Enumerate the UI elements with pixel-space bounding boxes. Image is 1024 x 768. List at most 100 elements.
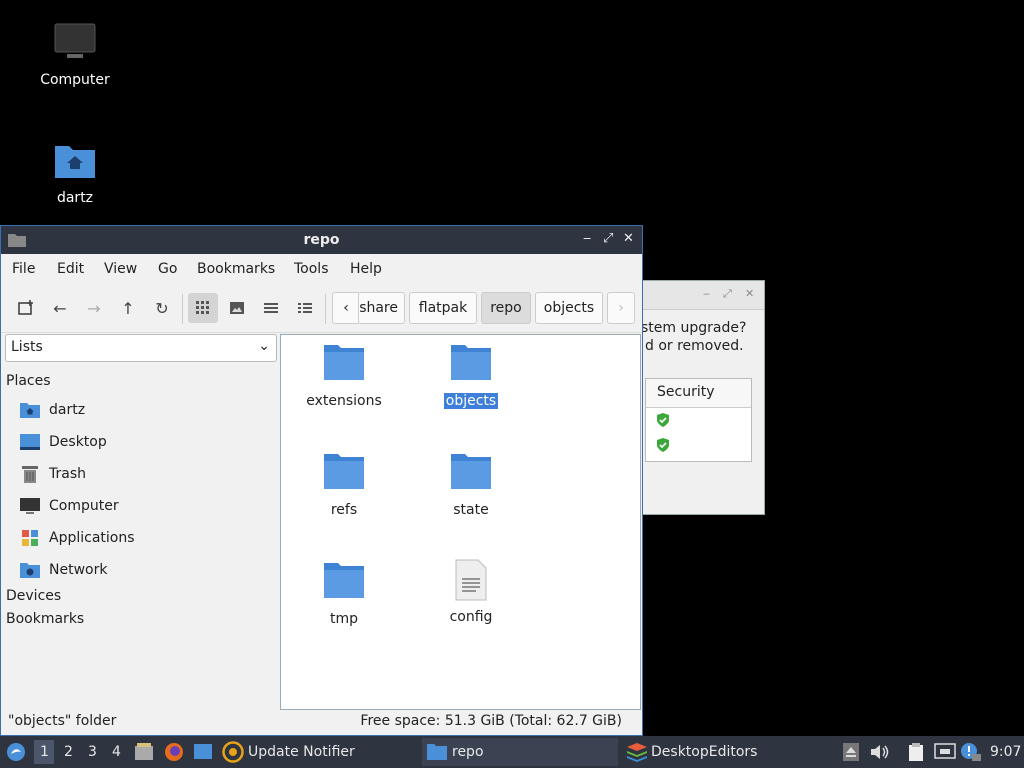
file-item-objects[interactable]: objects (421, 343, 521, 409)
new-tab-button[interactable] (11, 293, 41, 323)
detailed-view-button[interactable] (290, 293, 320, 323)
file-item-refs[interactable]: refs (294, 452, 394, 518)
reload-icon: ↻ (155, 298, 169, 318)
icon-view-button[interactable] (188, 293, 218, 323)
file-item-config[interactable]: config (421, 559, 521, 625)
file-name: tmp (329, 611, 358, 627)
menu-help[interactable]: Help (350, 261, 382, 277)
folder-icon (451, 345, 491, 380)
file-item-extensions[interactable]: extensions (294, 343, 394, 409)
compact-view-button[interactable] (256, 293, 286, 323)
breadcrumb-scroll-left[interactable]: ‹ (332, 292, 360, 324)
clipboard-icon[interactable] (906, 742, 926, 762)
arrow-left-icon: ← (53, 298, 67, 318)
breadcrumb-objects[interactable]: objects (535, 292, 603, 324)
sidebar-item-dartz[interactable]: dartz (19, 398, 85, 422)
sidebar-item-trash[interactable]: Trash (19, 462, 86, 486)
image-icon (230, 302, 244, 314)
menu-bookmarks[interactable]: Bookmarks (197, 261, 275, 277)
folder-icon (324, 563, 364, 598)
taskbar-app-update-notifier[interactable]: Update Notifier (222, 738, 418, 766)
breadcrumb-label: flatpak (418, 300, 468, 316)
workspace-2[interactable]: 2 (64, 744, 73, 760)
menu-file[interactable]: File (12, 261, 35, 277)
breadcrumb-share[interactable]: share (358, 292, 405, 324)
close-button[interactable]: ✕ (623, 231, 634, 246)
side-pane: Lists ⌄ Places dartz Desktop Trash Compu… (5, 334, 277, 627)
desktop-icon-dartz[interactable]: dartz (20, 140, 130, 206)
file-view[interactable]: extensions objects refs state tmp config (280, 334, 641, 710)
table-header: Security (646, 379, 751, 408)
file-manager-window[interactable]: repo ‒ ⤢ ✕ File Edit View Go Bookmarks T… (0, 225, 643, 736)
folder-icon (451, 454, 491, 489)
workspace-3[interactable]: 3 (88, 744, 97, 760)
network-wired-icon[interactable] (934, 743, 956, 761)
sidebar-item-desktop[interactable]: Desktop (19, 430, 107, 454)
background-dialog[interactable]: ‒ ⤢ ✕ stem upgrade? d or removed. Securi… (640, 280, 765, 515)
status-bar: "objects" folder Free space: 51.3 GiB (T… (1, 711, 642, 735)
column-header-security: Security (657, 384, 715, 400)
volume-icon[interactable] (870, 743, 890, 761)
minimize-button[interactable]: ‒ (583, 231, 591, 246)
dialog-text-line: stem upgrade? (641, 320, 747, 336)
sidebar-item-network[interactable]: Network (19, 558, 107, 582)
folder-icon (324, 454, 364, 489)
breadcrumb-scroll-right[interactable]: › (607, 292, 635, 324)
sidebar-item-label: Applications (49, 530, 135, 546)
file-manager-launcher-icon[interactable] (134, 742, 154, 762)
menu-go[interactable]: Go (158, 261, 177, 277)
close-icon[interactable]: ✕ (745, 287, 754, 300)
side-pane-mode-select[interactable]: Lists ⌄ (5, 334, 277, 362)
chevron-down-icon: ⌄ (258, 338, 270, 354)
window-titlebar[interactable]: repo ‒ ⤢ ✕ (1, 226, 642, 254)
eject-icon[interactable] (843, 743, 859, 761)
sidebar-item-label: Trash (49, 466, 86, 482)
menu-edit[interactable]: Edit (57, 261, 84, 277)
breadcrumb-repo[interactable]: repo (481, 292, 531, 324)
desktop-icon (20, 434, 40, 450)
taskbar-app-label: DesktopEditors (651, 744, 758, 760)
sidebar-item-label: dartz (49, 402, 86, 418)
notification-icon[interactable] (960, 742, 982, 762)
forward-button[interactable]: → (79, 293, 109, 323)
taskbar-app-desktopeditors[interactable]: DesktopEditors (622, 738, 818, 766)
side-pane-mode-value: Lists (11, 339, 43, 355)
list-detailed-icon (298, 303, 312, 313)
breadcrumb-flatpak[interactable]: flatpak (409, 292, 477, 324)
minimize-icon[interactable]: ‒ (703, 287, 710, 300)
firefox-icon[interactable] (164, 742, 184, 762)
clock[interactable]: 9:07 (990, 744, 1021, 760)
start-menu-icon[interactable] (6, 742, 26, 762)
monitor-icon (54, 23, 96, 58)
status-free-space: Free space: 51.3 GiB (Total: 62.7 GiB) (360, 713, 622, 729)
file-name: refs (330, 502, 358, 518)
update-notifier-icon (222, 741, 244, 763)
devices-heading[interactable]: Devices (6, 588, 61, 604)
maximize-icon[interactable]: ⤢ (723, 287, 732, 301)
folder-icon (324, 345, 364, 380)
sidebar-item-computer[interactable]: Computer (19, 494, 119, 518)
file-name: extensions (306, 393, 382, 409)
back-button[interactable]: ← (45, 293, 75, 323)
desktop-icon-label: Computer (40, 72, 110, 88)
bookmarks-heading[interactable]: Bookmarks (6, 611, 84, 627)
file-item-tmp[interactable]: tmp (294, 561, 394, 627)
file-item-state[interactable]: state (421, 452, 521, 518)
places-heading[interactable]: Places (6, 373, 51, 389)
workspace-1[interactable]: 1 (40, 744, 49, 760)
taskbar-app-repo[interactable]: repo (422, 738, 618, 766)
toolbar-separator (182, 294, 183, 324)
workspace-4[interactable]: 4 (112, 744, 121, 760)
status-selection: "objects" folder (8, 713, 117, 729)
reload-button[interactable]: ↻ (147, 293, 177, 323)
up-button[interactable]: ↑ (113, 293, 143, 323)
thumbnail-view-button[interactable] (222, 293, 252, 323)
show-desktop-icon[interactable] (193, 742, 213, 762)
menu-tools[interactable]: Tools (294, 261, 329, 277)
maximize-button[interactable]: ⤢ (603, 231, 613, 246)
background-dialog-titlebar[interactable]: ‒ ⤢ ✕ (641, 281, 764, 310)
desktop-icon-computer[interactable]: Computer (20, 22, 130, 88)
menu-view[interactable]: View (104, 261, 137, 277)
breadcrumb-label: repo (490, 300, 522, 316)
sidebar-item-applications[interactable]: Applications (19, 526, 135, 550)
